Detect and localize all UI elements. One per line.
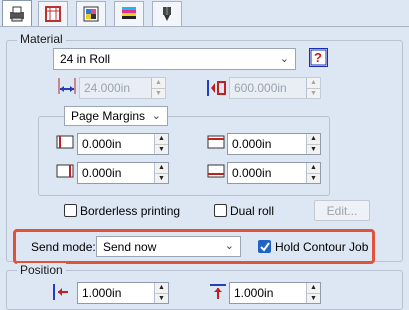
right-margin-icon bbox=[56, 164, 74, 178]
right-margin-up-arrow[interactable]: ▲ bbox=[155, 163, 168, 173]
media-help-button[interactable]: ? bbox=[309, 48, 328, 67]
position-title: Position bbox=[17, 263, 66, 277]
margins-mode-value: Page Margins bbox=[71, 109, 146, 123]
x-position-field[interactable]: 1.000in ▲ ▼ bbox=[77, 282, 169, 304]
x-down-arrow[interactable]: ▼ bbox=[155, 292, 168, 304]
color-bars-icon bbox=[122, 7, 136, 19]
borderless-printing-label: Borderless printing bbox=[80, 204, 181, 218]
checkmark-icon bbox=[260, 242, 270, 252]
right-margin-field[interactable]: 0.000in ▲ ▼ bbox=[77, 162, 169, 184]
y-up-arrow[interactable]: ▲ bbox=[307, 283, 320, 293]
tab-panel-border bbox=[0, 26, 409, 27]
hold-contour-checkbox[interactable] bbox=[258, 240, 271, 253]
media-value: 24 in Roll bbox=[60, 52, 111, 66]
top-margin-down-arrow[interactable]: ▼ bbox=[307, 143, 320, 155]
bottom-margin-up-arrow[interactable]: ▲ bbox=[307, 163, 320, 173]
y-down-arrow[interactable]: ▼ bbox=[307, 292, 320, 304]
borderless-printing-checkbox[interactable] bbox=[64, 204, 77, 217]
x-up-arrow[interactable]: ▲ bbox=[155, 283, 168, 293]
chevron-down-icon: ⌄ bbox=[279, 53, 289, 65]
right-margin-down-arrow[interactable]: ▼ bbox=[155, 172, 168, 184]
printer-settings-icon bbox=[10, 6, 24, 22]
left-margin-down-arrow[interactable]: ▼ bbox=[155, 143, 168, 155]
left-margin-field[interactable]: 0.000in ▲ ▼ bbox=[77, 133, 169, 155]
y-position-icon bbox=[210, 284, 226, 299]
send-mode-select[interactable]: Send now ⌄ bbox=[96, 236, 241, 257]
media-width-field[interactable]: 24.000in ▲ ▼ bbox=[79, 77, 166, 99]
chevron-down-icon: ⌄ bbox=[224, 240, 234, 252]
x-position-icon bbox=[53, 284, 68, 300]
y-position-field[interactable]: 1.000in ▲ ▼ bbox=[229, 282, 321, 304]
cutter-tool-icon bbox=[163, 7, 171, 21]
media-width-icon bbox=[58, 78, 76, 94]
chevron-down-icon: ⌄ bbox=[151, 110, 161, 122]
dual-roll-checkbox[interactable] bbox=[214, 204, 227, 217]
edit-button[interactable]: Edit... bbox=[314, 200, 370, 221]
width-up-arrow[interactable]: ▲ bbox=[152, 78, 165, 88]
bottom-margin-field[interactable]: 0.000in ▲ ▼ bbox=[227, 162, 321, 184]
media-length-icon bbox=[207, 80, 226, 96]
tab-cutter-tool[interactable] bbox=[152, 1, 182, 26]
width-down-arrow[interactable]: ▼ bbox=[152, 87, 165, 99]
send-mode-value: Send now bbox=[103, 239, 157, 254]
tab-color-bars[interactable] bbox=[114, 1, 144, 26]
length-up-arrow[interactable]: ▲ bbox=[307, 78, 320, 88]
top-margin-icon bbox=[207, 135, 225, 149]
margins-group bbox=[38, 116, 330, 196]
margins-mode-select[interactable]: Page Margins ⌄ bbox=[64, 106, 168, 126]
tab-color-image[interactable] bbox=[76, 1, 106, 26]
length-down-arrow[interactable]: ▼ bbox=[307, 87, 320, 99]
tab-page-layout[interactable] bbox=[38, 1, 68, 26]
tab-strip bbox=[0, 0, 409, 27]
bottom-margin-icon bbox=[207, 164, 225, 178]
top-margin-up-arrow[interactable]: ▲ bbox=[307, 134, 320, 144]
dual-roll-label: Dual roll bbox=[230, 204, 275, 218]
color-image-icon bbox=[83, 6, 99, 22]
send-mode-label: Send mode: bbox=[31, 240, 96, 254]
page-layout-icon bbox=[45, 6, 61, 22]
left-margin-up-arrow[interactable]: ▲ bbox=[155, 134, 168, 144]
svg-text:?: ? bbox=[314, 50, 322, 65]
media-length-field[interactable]: 600.000in ▲ ▼ bbox=[229, 77, 321, 99]
tab-printer-settings[interactable] bbox=[2, 0, 32, 27]
hold-contour-label: Hold Contour Job bbox=[275, 240, 369, 254]
help-question-icon: ? bbox=[310, 49, 327, 66]
bottom-margin-down-arrow[interactable]: ▼ bbox=[307, 172, 320, 184]
left-margin-icon bbox=[56, 135, 74, 149]
top-margin-field[interactable]: 0.000in ▲ ▼ bbox=[227, 133, 321, 155]
material-title: Material bbox=[17, 32, 66, 46]
media-select[interactable]: 24 in Roll ⌄ bbox=[53, 48, 296, 70]
